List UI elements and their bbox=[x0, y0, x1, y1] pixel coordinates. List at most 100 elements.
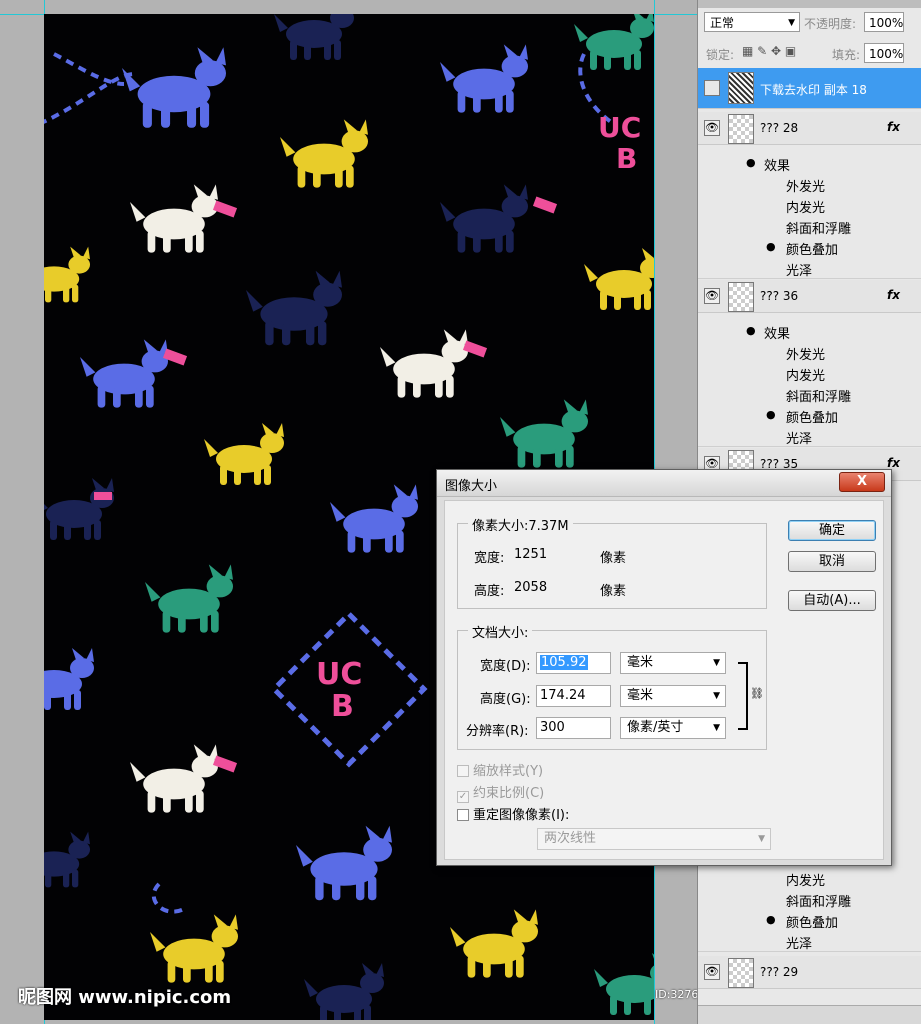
effect-name: 光泽 bbox=[786, 432, 813, 447]
auto-button[interactable]: 自动(A)... bbox=[788, 590, 876, 611]
effect-item[interactable]: 光泽 bbox=[698, 930, 921, 952]
effect-name: 光泽 bbox=[786, 264, 813, 279]
visibility-toggle[interactable] bbox=[704, 80, 720, 96]
blend-mode-value: 正常 bbox=[710, 16, 735, 30]
doc-width-value: 105.92 bbox=[540, 655, 588, 670]
effect-name: 外发光 bbox=[786, 180, 826, 195]
chevron-down-icon: ▼ bbox=[713, 691, 720, 701]
chevron-down-icon: ▼ bbox=[758, 834, 765, 844]
ok-button[interactable]: 确定 bbox=[788, 520, 876, 541]
doc-height-unit: 毫米 bbox=[627, 688, 654, 703]
effect-name: 颜色叠加 bbox=[786, 243, 839, 258]
cancel-button[interactable]: 取消 bbox=[788, 551, 876, 572]
panel-tabs[interactable] bbox=[698, 0, 921, 8]
effects-label: 效果 bbox=[764, 159, 791, 174]
pixel-dimensions-label: 像素大小:7.37M bbox=[468, 515, 573, 534]
layer-name: ??? 29 bbox=[760, 965, 799, 979]
effects-group[interactable]: ● 效果 bbox=[698, 320, 921, 342]
layers-panel-toolbar[interactable] bbox=[698, 1005, 921, 1024]
dialog-titlebar[interactable]: 图像大小 X bbox=[437, 470, 891, 497]
effect-item[interactable]: 内发光 bbox=[698, 362, 921, 384]
effect-item[interactable]: 斜面和浮雕 bbox=[698, 888, 921, 910]
eye-icon[interactable]: ● bbox=[746, 156, 756, 169]
layer-row[interactable]: 👁 ??? 28 fx bbox=[698, 112, 921, 145]
image-size-dialog: 图像大小 X 像素大小:7.37M 宽度: 1251 像素 高度: 2058 像… bbox=[436, 469, 892, 866]
resample-checkbox[interactable]: 重定图像像素(I): bbox=[457, 804, 569, 823]
document-size-label: 文档大小: bbox=[468, 622, 533, 641]
svg-text:UC: UC bbox=[598, 111, 641, 144]
px-height-value: 2058 bbox=[514, 580, 548, 595]
scale-styles-label: 缩放样式(Y) bbox=[473, 764, 544, 779]
constrain-proportions-checkbox[interactable]: ✓ 约束比例(C) bbox=[457, 782, 544, 803]
dialog-body: 像素大小:7.37M 宽度: 1251 像素 高度: 2058 像素 确定 取消… bbox=[444, 500, 884, 860]
layer-thumbnail bbox=[728, 958, 754, 988]
resolution-input[interactable]: 300 bbox=[536, 717, 611, 739]
eye-icon[interactable]: ● bbox=[766, 913, 776, 926]
doc-height-unit-select[interactable]: 毫米 ▼ bbox=[620, 685, 726, 707]
svg-text:B: B bbox=[331, 689, 354, 724]
effect-item[interactable]: 外发光 bbox=[698, 341, 921, 363]
resolution-unit-select[interactable]: 像素/英寸 ▼ bbox=[620, 717, 726, 739]
checkbox-box bbox=[457, 765, 469, 777]
close-button[interactable]: X bbox=[839, 472, 885, 492]
effect-name: 斜面和浮雕 bbox=[786, 222, 852, 237]
layer-name: 下载去水印 副本 18 bbox=[760, 83, 867, 97]
effect-item[interactable]: ● 颜色叠加 bbox=[698, 404, 921, 426]
scale-styles-checkbox[interactable]: 缩放样式(Y) bbox=[457, 760, 543, 779]
effect-name: 内发光 bbox=[786, 201, 826, 216]
svg-text:B: B bbox=[616, 142, 637, 175]
effect-item[interactable]: ● 颜色叠加 bbox=[698, 236, 921, 258]
eye-icon[interactable]: ● bbox=[746, 324, 756, 337]
eye-icon[interactable]: ● bbox=[766, 408, 776, 421]
effect-item[interactable]: 内发光 bbox=[698, 867, 921, 889]
layer-name: ??? 28 bbox=[760, 121, 799, 135]
effects-label: 效果 bbox=[764, 327, 791, 342]
eye-icon[interactable]: 👁 bbox=[704, 964, 720, 980]
resample-method-value: 两次线性 bbox=[544, 831, 597, 846]
fill-label: 填充: bbox=[832, 48, 861, 62]
opacity-label: 不透明度: bbox=[804, 17, 857, 31]
effect-name: 光泽 bbox=[786, 937, 813, 952]
effect-item[interactable]: 斜面和浮雕 bbox=[698, 383, 921, 405]
check-icon: ✓ bbox=[457, 791, 469, 803]
layer-row[interactable]: 👁 ??? 29 bbox=[698, 956, 921, 989]
doc-height-input[interactable]: 174.24 bbox=[536, 685, 611, 707]
resolution-label: 分辨率(R): bbox=[466, 724, 529, 739]
fill-input[interactable]: 100% bbox=[864, 43, 904, 63]
resample-method-select[interactable]: 两次线性 ▼ bbox=[537, 828, 771, 850]
opacity-input[interactable]: 100% bbox=[864, 12, 904, 32]
document-size-group: 文档大小: 宽度(D): 105.92 毫米 ▼ 高度(G): 174.24 毫米… bbox=[457, 622, 767, 750]
fx-icon[interactable]: fx bbox=[887, 288, 900, 302]
fx-icon[interactable]: fx bbox=[887, 456, 900, 470]
svg-text:UC: UC bbox=[316, 657, 362, 692]
doc-width-unit-select[interactable]: 毫米 ▼ bbox=[620, 652, 726, 674]
dialog-title: 图像大小 bbox=[445, 479, 498, 494]
px-width-unit: 像素 bbox=[600, 551, 627, 566]
layer-row[interactable]: 下载去水印 副本 18 bbox=[698, 68, 921, 109]
effect-item[interactable]: 光泽 bbox=[698, 257, 921, 279]
pixel-dimensions-group: 像素大小:7.37M 宽度: 1251 像素 高度: 2058 像素 bbox=[457, 515, 767, 609]
effect-item[interactable]: 内发光 bbox=[698, 194, 921, 216]
eye-icon[interactable]: ● bbox=[766, 240, 776, 253]
lock-icons[interactable]: ▦ ✎ ✥ ▣ bbox=[742, 44, 796, 58]
blend-mode-select[interactable]: 正常 ▼ bbox=[704, 12, 800, 32]
chevron-down-icon: ▼ bbox=[713, 658, 720, 668]
lock-label: 锁定: bbox=[706, 48, 735, 62]
effects-group[interactable]: ● 效果 bbox=[698, 152, 921, 174]
effect-item[interactable]: ● 颜色叠加 bbox=[698, 909, 921, 931]
effect-item[interactable]: 外发光 bbox=[698, 173, 921, 195]
layer-row[interactable]: 👁 ??? 36 fx bbox=[698, 280, 921, 313]
layer-thumbnail bbox=[728, 72, 754, 104]
fx-icon[interactable]: fx bbox=[887, 120, 900, 134]
watermark-left: 昵图网 www.nipic.com bbox=[18, 987, 232, 1008]
constrain-label: 约束比例(C) bbox=[473, 786, 545, 801]
doc-width-unit: 毫米 bbox=[627, 655, 654, 670]
resolution-unit: 像素/英寸 bbox=[627, 720, 684, 735]
eye-icon[interactable]: 👁 bbox=[704, 120, 720, 136]
doc-width-label: 宽度(D): bbox=[480, 659, 531, 674]
constrain-bracket bbox=[738, 662, 748, 730]
doc-width-input[interactable]: 105.92 bbox=[536, 652, 611, 674]
effect-item[interactable]: 斜面和浮雕 bbox=[698, 215, 921, 237]
effect-item[interactable]: 光泽 bbox=[698, 425, 921, 447]
eye-icon[interactable]: 👁 bbox=[704, 288, 720, 304]
